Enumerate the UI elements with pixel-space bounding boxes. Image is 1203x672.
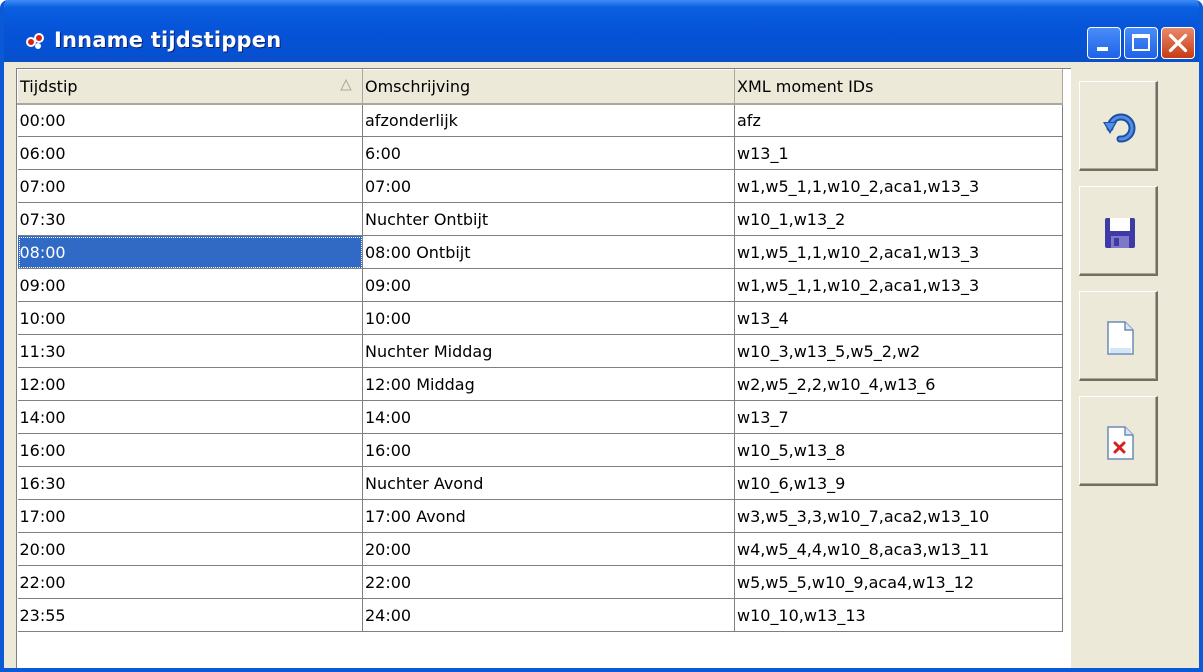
table-row[interactable]: 20:00 20:00 w4,w5_4,4,w10_8,aca3,w13_11: [17, 532, 1063, 566]
table-cell[interactable]: 09:00: [17, 268, 363, 302]
table-cell[interactable]: 10:00: [362, 301, 735, 335]
column-header-tijdstip[interactable]: Tijdstip: [17, 69, 363, 105]
main-window: Inname tijdstippen Tijdstip Omschrijving X…: [0, 0, 1203, 672]
table-row[interactable]: 06:00 6:00 w13_1: [17, 136, 1063, 170]
table-cell[interactable]: 08:00: [17, 235, 363, 269]
table-cell[interactable]: 14:00: [362, 400, 735, 434]
table-cell[interactable]: 00:00: [17, 103, 363, 137]
table-cell[interactable]: 17:00: [17, 499, 363, 533]
table-cell[interactable]: w1,w5_1,1,w10_2,aca1,w13_3: [734, 169, 1063, 203]
column-header-label: XML moment IDs: [737, 76, 874, 96]
table-cell[interactable]: w10_3,w13_5,w5_2,w2: [734, 334, 1063, 368]
new-document-icon: [1107, 321, 1134, 355]
table-cell[interactable]: w5,w5_5,w10_9,aca4,w13_12: [734, 565, 1063, 599]
close-icon: [1168, 33, 1188, 53]
action-toolbar: [1071, 68, 1199, 668]
title-bar[interactable]: Inname tijdstippen: [4, 0, 1199, 62]
table-cell[interactable]: 17:00 Avond: [362, 499, 735, 533]
column-header-label: Tijdstip: [20, 76, 78, 96]
sort-ascending-icon: [340, 79, 352, 91]
table-cell[interactable]: 20:00: [17, 532, 363, 566]
table-cell[interactable]: 14:00: [17, 400, 363, 434]
minimize-button[interactable]: [1087, 27, 1121, 59]
app-icon: [26, 33, 44, 49]
column-header-label: Omschrijving: [365, 76, 471, 96]
table-row[interactable]: 10:00 10:00 w13_4: [17, 301, 1063, 335]
table-cell[interactable]: w10_10,w13_13: [734, 598, 1063, 632]
undo-icon: [1103, 113, 1136, 143]
table-row[interactable]: 00:00 afzonderlijk afz: [17, 103, 1063, 137]
table-row[interactable]: 16:00 16:00 w10_5,w13_8: [17, 433, 1063, 467]
table-cell[interactable]: 07:00: [362, 169, 735, 203]
table-row[interactable]: 17:00 17:00 Avond w3,w5_3,3,w10_7,aca2,w13…: [17, 499, 1063, 533]
table-cell[interactable]: 10:00: [17, 301, 363, 335]
table-cell[interactable]: 23:55: [17, 598, 363, 632]
table-row[interactable]: 12:00 12:00 Middag w2,w5_2,2,w10_4,w13_6: [17, 367, 1063, 401]
maximize-icon: [1132, 34, 1150, 51]
table-cell[interactable]: w13_1: [734, 136, 1063, 170]
column-header-omschrijving[interactable]: Omschrijving: [362, 69, 735, 105]
table-cell[interactable]: Nuchter Ontbijt: [362, 202, 735, 236]
table-cell[interactable]: 09:00: [362, 268, 735, 302]
table-row[interactable]: 07:30 Nuchter Ontbijt w10_1,w13_2: [17, 202, 1063, 236]
undo-button[interactable]: [1079, 81, 1158, 171]
table-row[interactable]: 14:00 14:00 w13_7: [17, 400, 1063, 434]
table-row[interactable]: 09:00 09:00 w1,w5_1,1,w10_2,aca1,w13_3: [17, 268, 1063, 302]
table-row[interactable]: 08:00 08:00 Ontbijt w1,w5_1,1,w10_2,aca1,w…: [17, 235, 1063, 269]
save-icon: [1105, 218, 1135, 248]
table-cell[interactable]: 6:00: [362, 136, 735, 170]
table-cell[interactable]: 16:00: [362, 433, 735, 467]
delete-document-icon: [1107, 426, 1134, 460]
table-cell[interactable]: w13_7: [734, 400, 1063, 434]
data-grid[interactable]: Tijdstip Omschrijving XML moment IDs 00:00…: [16, 68, 1071, 668]
delete-button[interactable]: [1079, 396, 1158, 486]
table-cell[interactable]: w1,w5_1,1,w10_2,aca1,w13_3: [734, 235, 1063, 269]
window-title: Inname tijdstippen: [54, 28, 282, 52]
grid-header-row: Tijdstip Omschrijving XML moment IDs: [17, 69, 1063, 105]
table-cell[interactable]: w10_6,w13_9: [734, 466, 1063, 500]
table-cell[interactable]: Nuchter Avond: [362, 466, 735, 500]
table-cell[interactable]: 12:00: [17, 367, 363, 401]
maximize-button[interactable]: [1124, 27, 1158, 59]
table-cell[interactable]: 06:00: [17, 136, 363, 170]
table-cell[interactable]: w4,w5_4,4,w10_8,aca3,w13_11: [734, 532, 1063, 566]
new-button[interactable]: [1079, 291, 1158, 381]
column-header-xml-moment-ids[interactable]: XML moment IDs: [734, 69, 1063, 105]
table-cell[interactable]: 11:30: [17, 334, 363, 368]
table-cell[interactable]: w10_5,w13_8: [734, 433, 1063, 467]
minimize-icon: [1097, 47, 1108, 51]
table-row[interactable]: 16:30 Nuchter Avond w10_6,w13_9: [17, 466, 1063, 500]
table-cell[interactable]: afz: [734, 103, 1063, 137]
table-cell[interactable]: w2,w5_2,2,w10_4,w13_6: [734, 367, 1063, 401]
table-cell[interactable]: 12:00 Middag: [362, 367, 735, 401]
close-button[interactable]: [1161, 27, 1195, 59]
table-cell[interactable]: 16:00: [17, 433, 363, 467]
table-cell[interactable]: w10_1,w13_2: [734, 202, 1063, 236]
table-cell[interactable]: 22:00: [17, 565, 363, 599]
table-cell[interactable]: 22:00: [362, 565, 735, 599]
save-button[interactable]: [1079, 186, 1158, 276]
table-cell[interactable]: w3,w5_3,3,w10_7,aca2,w13_10: [734, 499, 1063, 533]
table-cell[interactable]: 20:00: [362, 532, 735, 566]
table-row[interactable]: 11:30 Nuchter Middag w10_3,w13_5,w5_2,w2: [17, 334, 1063, 368]
table-cell[interactable]: 24:00: [362, 598, 735, 632]
table-row[interactable]: 22:00 22:00 w5,w5_5,w10_9,aca4,w13_12: [17, 565, 1063, 599]
table-cell[interactable]: Nuchter Middag: [362, 334, 735, 368]
table-cell[interactable]: w13_4: [734, 301, 1063, 335]
table-cell[interactable]: w1,w5_1,1,w10_2,aca1,w13_3: [734, 268, 1063, 302]
table-row[interactable]: 23:55 24:00 w10_10,w13_13: [17, 598, 1063, 632]
table-cell[interactable]: 07:00: [17, 169, 363, 203]
table-row[interactable]: 07:00 07:00 w1,w5_1,1,w10_2,aca1,w13_3: [17, 169, 1063, 203]
table-cell[interactable]: 08:00 Ontbijt: [362, 235, 735, 269]
grid-table: Tijdstip Omschrijving XML moment IDs 00:00…: [17, 69, 1063, 632]
table-cell[interactable]: 16:30: [17, 466, 363, 500]
table-cell[interactable]: afzonderlijk: [362, 103, 735, 137]
table-cell[interactable]: 07:30: [17, 202, 363, 236]
